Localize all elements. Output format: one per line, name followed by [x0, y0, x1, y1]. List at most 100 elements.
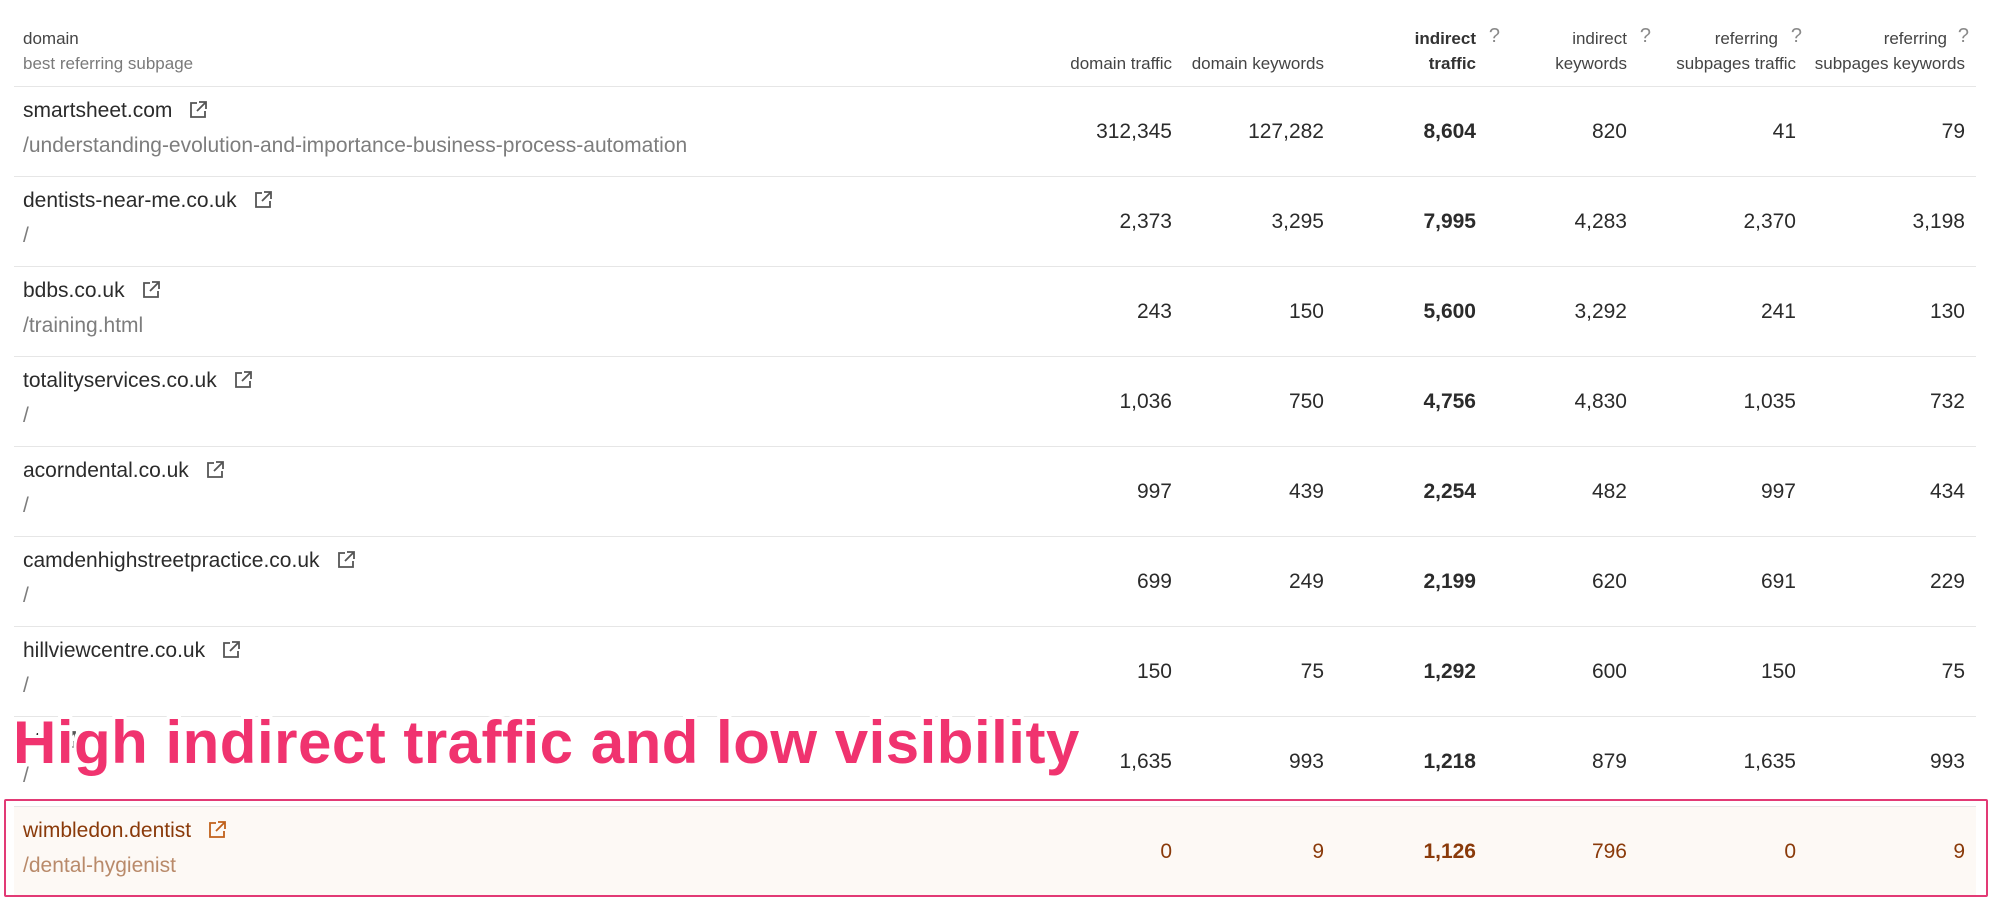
- ref-sub-traffic-label-1: referring: [1714, 29, 1778, 48]
- domain-cell: dentists-near-me.co.uk: [23, 189, 273, 216]
- ref-subpages-keywords-cell: 130: [1929, 300, 1965, 323]
- indirect-keywords-label-1: indirect: [1572, 29, 1627, 48]
- indirect-keywords-cell: 482: [1591, 480, 1627, 503]
- ref-subpages-traffic-cell: 2,370: [1743, 210, 1796, 233]
- subpage-path[interactable]: /: [23, 494, 29, 518]
- domain-keywords-cell: 439: [1288, 480, 1324, 503]
- ref-subpages-keywords-cell: 79: [1941, 120, 1965, 143]
- table-row[interactable]: hillviewcentre.co.uk / 150 75 1,292 600 150 75: [14, 627, 1976, 717]
- external-link-icon[interactable]: [233, 370, 253, 396]
- indirect-traffic-cell: 5,600: [1423, 300, 1476, 323]
- subpage-path[interactable]: /: [23, 404, 29, 428]
- external-link-icon[interactable]: [205, 460, 225, 486]
- indirect-traffic-cell: 2,199: [1423, 570, 1476, 593]
- domain-traffic-header[interactable]: domain traffic: [1070, 51, 1172, 76]
- subpage-path[interactable]: /: [23, 584, 29, 608]
- subpage-path[interactable]: /: [23, 224, 29, 248]
- indirect-keywords-cell: 4,830: [1574, 390, 1627, 413]
- domain-link[interactable]: totalityservices.co.uk: [23, 369, 217, 392]
- domain-link[interactable]: smartsheet.com: [23, 99, 172, 122]
- external-link-icon[interactable]: [221, 640, 241, 666]
- domain-traffic-cell: 699: [1136, 570, 1172, 593]
- ref-sub-traffic-label-2: subpages traffic: [1676, 54, 1796, 73]
- indirect-traffic-label-1: indirect: [1414, 29, 1476, 48]
- subpage-path[interactable]: /training.html: [23, 314, 143, 338]
- ref-subpages-traffic-cell: 150: [1760, 660, 1796, 683]
- domain-link[interactable]: acorndental.co.uk: [23, 459, 189, 482]
- subpage-path[interactable]: /: [23, 674, 29, 698]
- domain-keywords-cell: 993: [1288, 750, 1324, 773]
- ref-subpages-keywords-cell: 993: [1929, 750, 1965, 773]
- domain-keywords-cell: 150: [1288, 300, 1324, 323]
- domain-keywords-cell: 3,295: [1271, 210, 1324, 233]
- domain-cell: camdenhighstreetpractice.co.uk: [23, 549, 356, 576]
- domain-link[interactable]: dentists-near-me.co.uk: [23, 189, 237, 212]
- indirect-keywords-cell: 3,292: [1574, 300, 1627, 323]
- domain-traffic-cell: 150: [1136, 660, 1172, 683]
- referring-subpages-keywords-header[interactable]: referring subpages keywords ?: [1814, 25, 1969, 76]
- domain-keywords-header[interactable]: domain keywords: [1192, 51, 1324, 76]
- domain-keywords-cell: 249: [1288, 570, 1324, 593]
- indirect-keywords-cell: 879: [1591, 750, 1627, 773]
- help-icon[interactable]: ?: [1958, 24, 1969, 49]
- domain-link[interactable]: camdenhighstreetpractice.co.uk: [23, 549, 320, 572]
- help-icon[interactable]: ?: [1640, 24, 1651, 49]
- domain-header-label: domain: [23, 29, 79, 48]
- domain-traffic-cell: 1,036: [1119, 390, 1172, 413]
- indirect-keywords-cell: 600: [1591, 660, 1627, 683]
- external-link-icon[interactable]: [253, 190, 273, 216]
- domain-cell: smartsheet.com: [23, 99, 208, 126]
- table-row[interactable]: acorndental.co.uk / 997 439 2,254 482 997 434: [14, 447, 1976, 537]
- help-icon[interactable]: ?: [1489, 24, 1500, 49]
- table-row[interactable]: camdenhighstreetpractice.co.uk / 699 249 2,1…: [14, 537, 1976, 627]
- indirect-traffic-cell: 1,292: [1423, 660, 1476, 683]
- table-row[interactable]: smartsheet.com/understanding-evolution-a…: [14, 87, 1976, 177]
- domain-traffic-cell: 243: [1136, 300, 1172, 323]
- indirect-traffic-cell: 2,254: [1423, 480, 1476, 503]
- help-icon[interactable]: ?: [1791, 24, 1802, 49]
- ref-sub-keywords-label-2: subpages keywords: [1814, 54, 1965, 73]
- table-row[interactable]: dentists-near-me.co.uk / 2,373 3,295 7,995 4,…: [14, 177, 1976, 267]
- domain-cell: totalityservices.co.uk: [23, 369, 253, 396]
- domain-traffic-cell: 2,373: [1119, 210, 1172, 233]
- domain-traffic-cell: 997: [1136, 480, 1172, 503]
- external-link-icon[interactable]: [141, 280, 161, 306]
- indirect-traffic-header[interactable]: indirect traffic ?: [1414, 25, 1500, 76]
- annotation-overlay-text: High indirect traffic and low visibility: [13, 709, 1080, 776]
- referring-subpages-traffic-header[interactable]: referring subpages traffic ?: [1676, 25, 1802, 76]
- domain-cell: acorndental.co.uk: [23, 459, 225, 486]
- ref-subpages-traffic-cell: 241: [1760, 300, 1796, 323]
- domain-keywords-cell: 750: [1288, 390, 1324, 413]
- ref-subpages-traffic-cell: 997: [1760, 480, 1796, 503]
- domain-column-header[interactable]: domain best referring subpage: [23, 26, 193, 76]
- table-header: domain best referring subpage domain tra…: [14, 0, 1976, 87]
- domain-keywords-cell: 127,282: [1248, 120, 1324, 143]
- indirect-traffic-cell: 4,756: [1423, 390, 1476, 413]
- domain-cell: hillviewcentre.co.uk: [23, 639, 241, 666]
- indirect-traffic-cell: 7,995: [1423, 210, 1476, 233]
- table-row[interactable]: bdbs.co.uk/training.html 243 150 5,600 3,292…: [14, 267, 1976, 357]
- external-link-icon[interactable]: [188, 100, 208, 126]
- domain-link[interactable]: hillviewcentre.co.uk: [23, 639, 205, 662]
- table-row[interactable]: totalityservices.co.uk / 1,036 750 4,756 4,83…: [14, 357, 1976, 447]
- indirect-keywords-label-2: keywords: [1555, 54, 1627, 73]
- indirect-keywords-cell: 820: [1591, 120, 1627, 143]
- ref-subpages-keywords-cell: 732: [1929, 390, 1965, 413]
- domain-link[interactable]: bdbs.co.uk: [23, 279, 125, 302]
- indirect-traffic-label-2: traffic: [1428, 54, 1476, 73]
- indirect-traffic-cell: 1,218: [1423, 750, 1476, 773]
- indirect-keywords-cell: 620: [1591, 570, 1627, 593]
- ref-subpages-keywords-cell: 75: [1941, 660, 1965, 683]
- indirect-keywords-header[interactable]: indirect keywords ?: [1555, 25, 1651, 76]
- ref-subpages-keywords-cell: 229: [1929, 570, 1965, 593]
- ref-sub-keywords-label-1: referring: [1883, 29, 1947, 48]
- ref-subpages-traffic-cell: 691: [1760, 570, 1796, 593]
- ref-subpages-traffic-cell: 41: [1772, 120, 1796, 143]
- indirect-traffic-cell: 8,604: [1423, 120, 1476, 143]
- external-link-icon[interactable]: [336, 550, 356, 576]
- subpage-path[interactable]: /understanding-evolution-and-importance-…: [23, 134, 687, 158]
- domain-traffic-cell: 312,345: [1096, 120, 1172, 143]
- ref-subpages-traffic-cell: 1,635: [1743, 750, 1796, 773]
- domain-cell: bdbs.co.uk: [23, 279, 161, 306]
- ref-subpages-keywords-cell: 3,198: [1912, 210, 1965, 233]
